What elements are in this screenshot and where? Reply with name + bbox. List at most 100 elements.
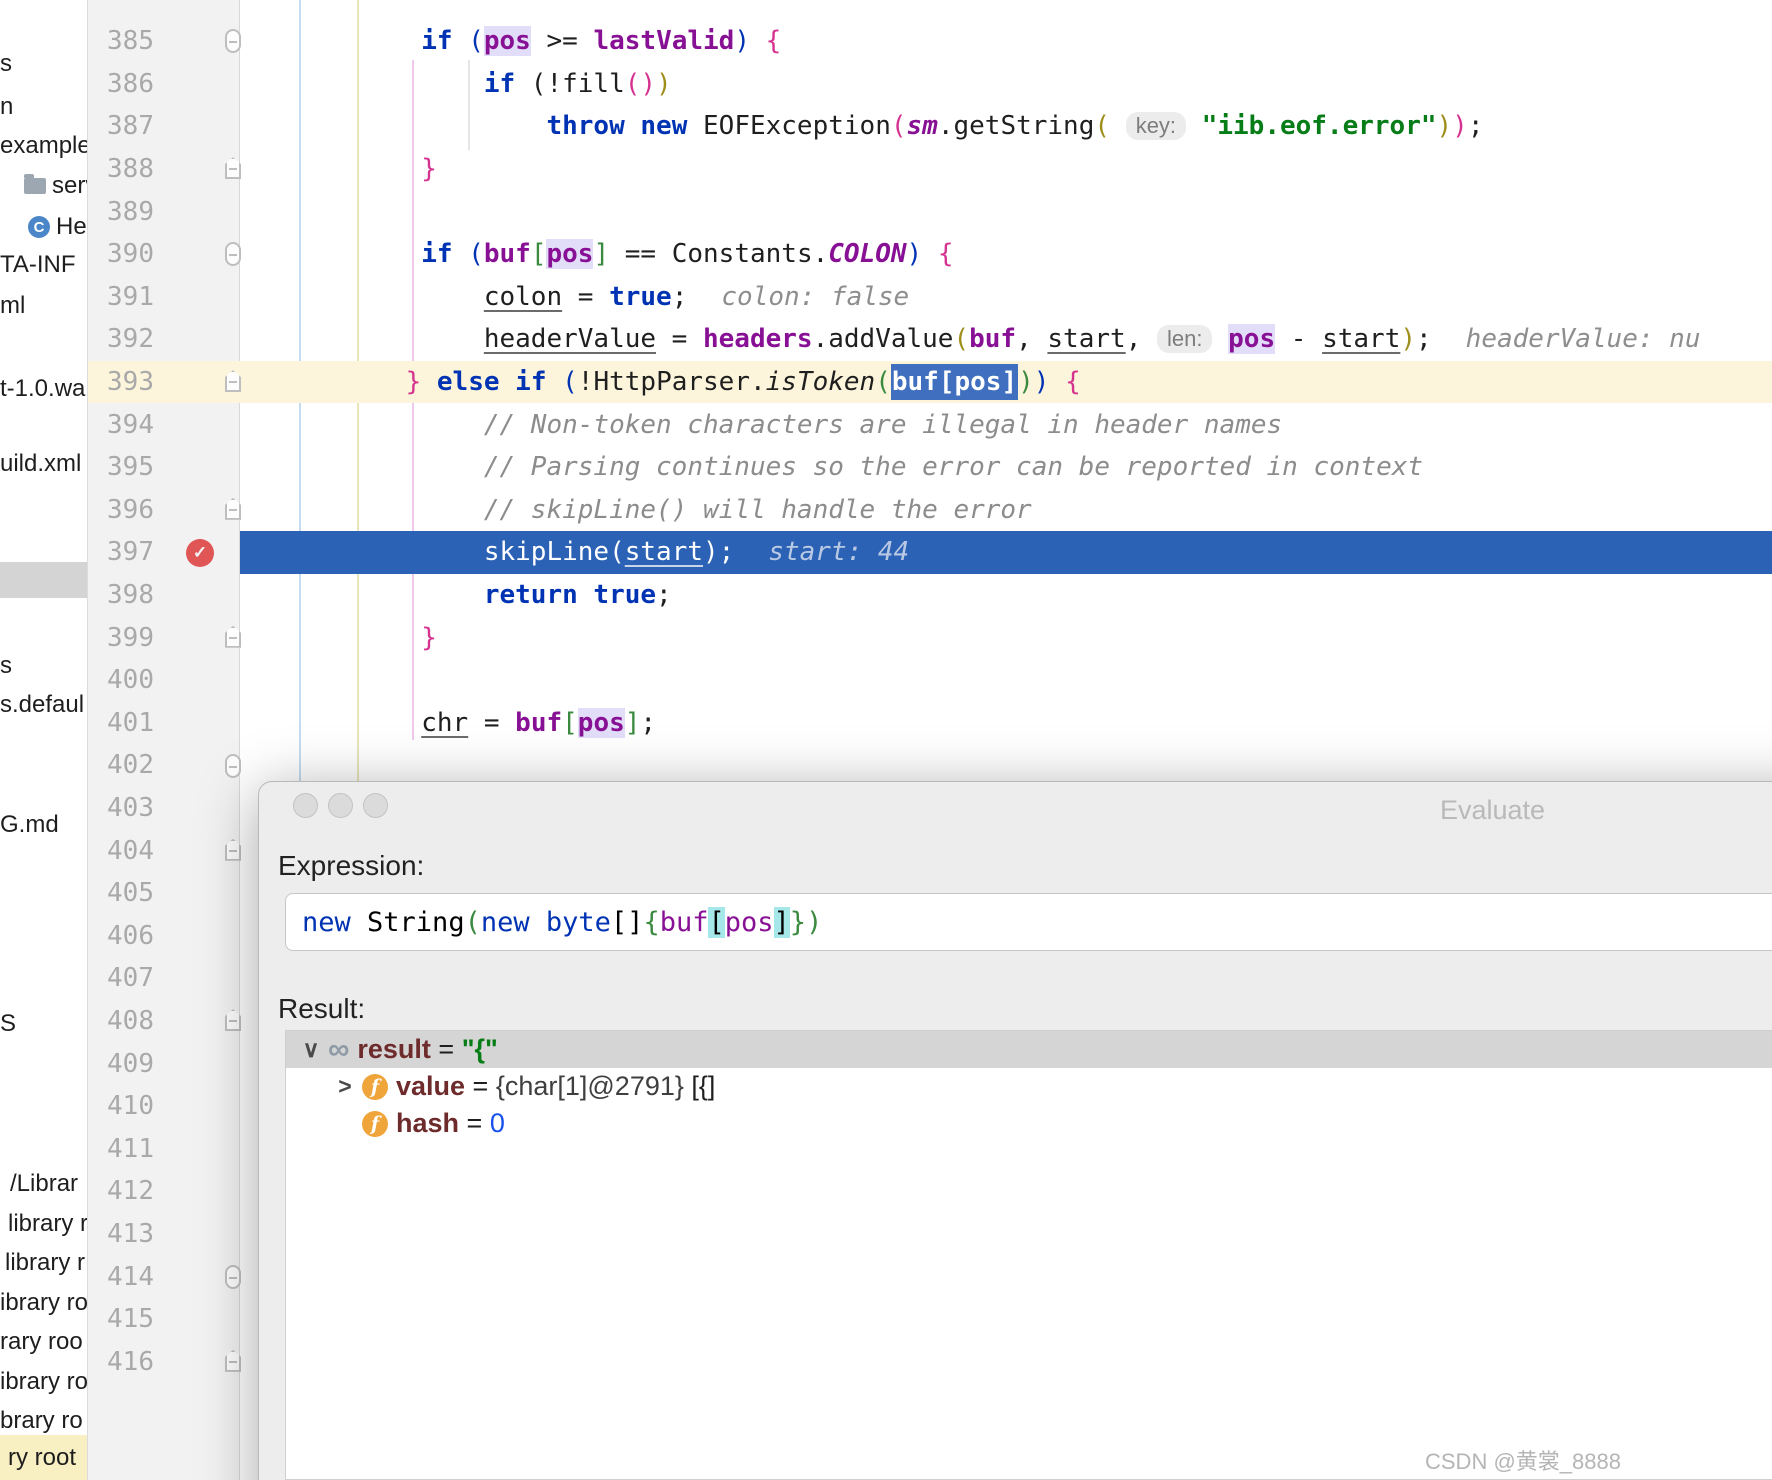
selected-text[interactable]: buf[pos] (891, 364, 1018, 400)
project-tree-item[interactable]: S (0, 1007, 16, 1041)
project-tree-selected-row[interactable] (0, 562, 88, 598)
line-number[interactable]: 409 (88, 1042, 154, 1085)
fold-marker[interactable] (225, 1265, 241, 1289)
variable-value: [{] (684, 1071, 716, 1102)
line-number[interactable]: 400 (88, 659, 154, 702)
line-number[interactable]: 391 (88, 276, 154, 319)
window-minimize-button[interactable] (328, 793, 353, 818)
code-line[interactable]: // Parsing continues so the error can be… (240, 446, 1772, 489)
project-tree-item[interactable]: /Librar (10, 1167, 78, 1201)
line-number[interactable]: 389 (88, 190, 154, 233)
project-tree-item-label: brary ro (0, 1407, 83, 1435)
code-line[interactable]: // Non-token characters are illegal in h… (240, 403, 1772, 446)
window-close-button[interactable] (293, 793, 318, 818)
project-tree-item[interactable]: CHe (28, 210, 87, 244)
line-number[interactable]: 396 (88, 489, 154, 532)
line-number[interactable]: 392 (88, 318, 154, 361)
project-tree-item[interactable]: t-1.0.wa (0, 372, 85, 406)
fold-marker[interactable] (225, 29, 241, 53)
line-number[interactable]: 404 (88, 829, 154, 872)
project-tree-item[interactable]: library r (5, 1246, 85, 1280)
line-number[interactable]: 388 (88, 148, 154, 191)
project-tree-item[interactable]: G.md (0, 808, 59, 842)
result-tree-row[interactable]: fhash = 0 (286, 1105, 1772, 1142)
code-line[interactable]: throw new EOFException(sm.getString( key… (240, 105, 1772, 148)
expand-chevron-icon[interactable]: > (330, 1073, 360, 1100)
line-number[interactable]: 413 (88, 1213, 154, 1256)
code-line[interactable]: } else if (!HttpParser.isToken(buf[pos])… (240, 361, 1772, 404)
project-tree-item[interactable]: s (0, 47, 12, 81)
line-number[interactable]: 414 (88, 1255, 154, 1298)
line-number[interactable]: 405 (88, 872, 154, 915)
code-line[interactable] (240, 190, 1772, 233)
project-tree-item-label: G.md (0, 811, 59, 839)
project-tree-item[interactable]: ibrary ro (0, 1286, 88, 1320)
project-tree-item[interactable]: n (0, 90, 13, 124)
line-number[interactable]: 398 (88, 574, 154, 617)
line-number[interactable]: 397 (88, 531, 154, 574)
expression-label: Expression: (278, 850, 424, 882)
code-line[interactable]: if (buf[pos] == Constants.COLON) { (240, 233, 1772, 276)
line-number[interactable]: 403 (88, 787, 154, 830)
line-number[interactable]: 407 (88, 957, 154, 1000)
collapse-chevron-icon[interactable]: ∨ (296, 1036, 326, 1063)
field-icon: f (362, 1111, 388, 1137)
project-tree-panel[interactable]: ry root snexampleservelCHeTA-INFmlt-1.0.… (0, 0, 88, 1480)
code-line[interactable]: } (240, 616, 1772, 659)
fold-marker[interactable] (225, 242, 241, 266)
line-number[interactable]: 395 (88, 446, 154, 489)
project-tree-item[interactable]: s.defaul (0, 688, 84, 722)
line-number[interactable]: 401 (88, 702, 154, 745)
line-number[interactable]: 412 (88, 1170, 154, 1213)
variable-value: {char[1]@2791} (496, 1071, 684, 1102)
code-line[interactable]: chr = buf[pos]; (240, 702, 1772, 745)
code-line[interactable] (240, 659, 1772, 702)
line-number[interactable]: 387 (88, 105, 154, 148)
result-tree-row[interactable]: ∨∞result = "{" (286, 1031, 1772, 1068)
line-number[interactable]: 410 (88, 1085, 154, 1128)
line-number[interactable]: 399 (88, 616, 154, 659)
line-number[interactable]: 386 (88, 63, 154, 106)
breakpoint-icon[interactable]: ✓ (186, 539, 214, 567)
project-tree-item[interactable]: rary roo (0, 1325, 83, 1359)
window-zoom-button[interactable] (363, 793, 388, 818)
variable-value: 0 (490, 1108, 505, 1139)
line-number[interactable]: 394 (88, 403, 154, 446)
result-tree[interactable]: ∨∞result = "{">fvalue = {char[1]@2791} [… (285, 1030, 1772, 1480)
watermark-text: CSDN @黄裳_8888 (1425, 1444, 1621, 1476)
line-number[interactable]: 393 (88, 361, 154, 404)
project-tree-item-label: example (0, 132, 88, 160)
project-tree-item[interactable]: library r (8, 1207, 88, 1241)
project-tree-item[interactable]: brary ro (0, 1404, 83, 1438)
line-number[interactable]: 385 (88, 20, 154, 63)
expression-input[interactable]: new String(new byte[]{buf[pos]}) (285, 893, 1772, 951)
result-tree-row[interactable]: >fvalue = {char[1]@2791} [{] (286, 1068, 1772, 1105)
code-line[interactable]: } (240, 148, 1772, 191)
project-tree-item[interactable]: uild.xml (0, 447, 81, 481)
code-line[interactable]: return true; (240, 574, 1772, 617)
line-number[interactable]: 408 (88, 1000, 154, 1043)
code-line[interactable]: if (!fill()) (240, 63, 1772, 106)
project-tree-item[interactable]: servel (24, 169, 88, 203)
result-label: Result: (278, 993, 365, 1025)
line-number[interactable]: 406 (88, 915, 154, 958)
project-tree-item[interactable]: s (0, 649, 12, 683)
code-line[interactable]: headerValue = headers.addValue(buf, star… (240, 318, 1772, 361)
project-tree-item[interactable]: example (0, 129, 88, 163)
project-tree-highlighted-row[interactable]: ry root (0, 1435, 88, 1480)
code-line[interactable]: skipLine(start);start: 44 (240, 531, 1772, 574)
line-number[interactable]: 402 (88, 744, 154, 787)
code-line[interactable]: colon = true;colon: false (240, 276, 1772, 319)
line-number[interactable]: 416 (88, 1341, 154, 1384)
line-number[interactable]: 415 (88, 1298, 154, 1341)
line-number[interactable]: 411 (88, 1128, 154, 1171)
code-line[interactable]: // skipLine() will handle the error (240, 489, 1772, 532)
project-tree-item[interactable]: TA-INF (0, 248, 76, 282)
code-line[interactable]: if (pos >= lastValid) { (240, 20, 1772, 63)
project-tree-item-label: s (0, 50, 12, 78)
fold-marker[interactable] (225, 754, 241, 778)
project-tree-item[interactable]: ibrary ro (0, 1365, 88, 1399)
line-number[interactable]: 390 (88, 233, 154, 276)
project-tree-item[interactable]: ml (0, 289, 25, 323)
project-tree-item-label: ibrary ro (0, 1289, 88, 1317)
